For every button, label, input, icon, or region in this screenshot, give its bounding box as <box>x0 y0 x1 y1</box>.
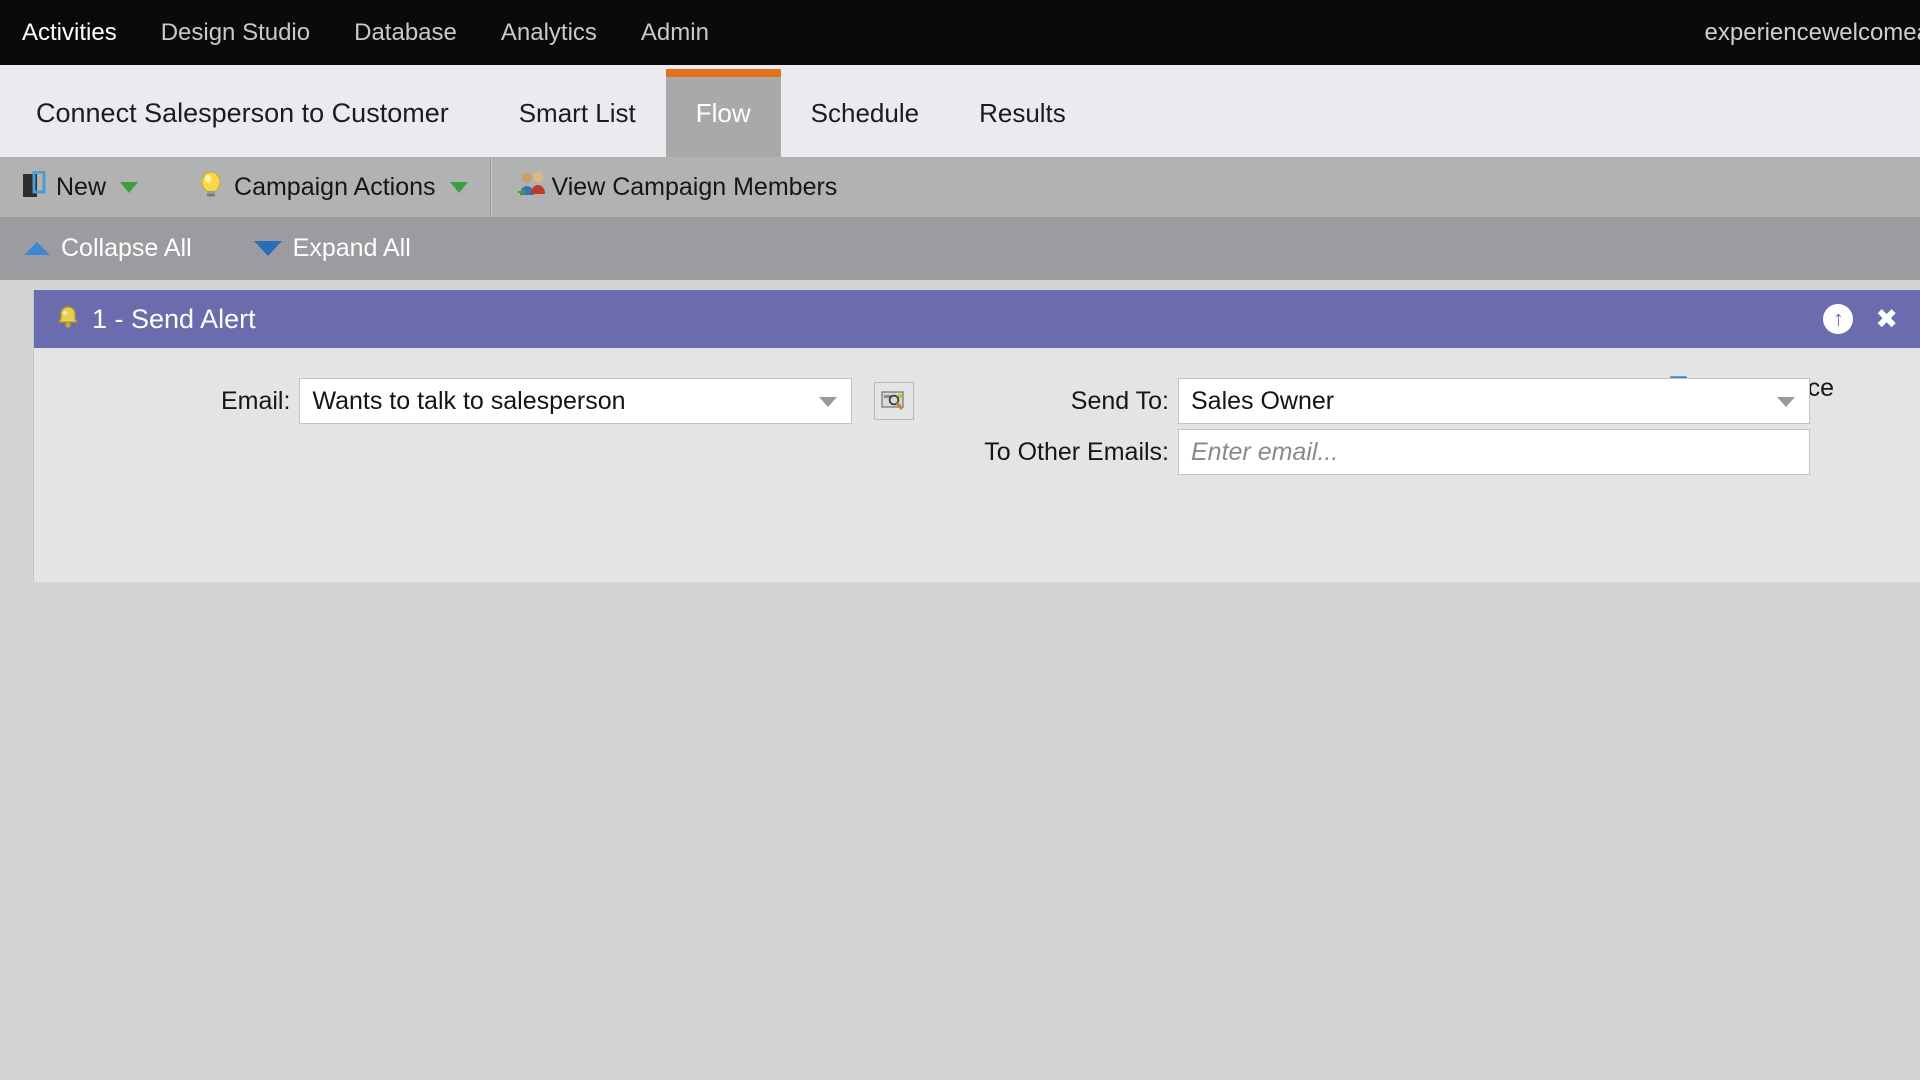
triangle-down-icon <box>253 241 282 256</box>
tab-smart-list[interactable]: Smart List <box>488 69 666 157</box>
lightbulb-icon <box>198 170 224 205</box>
chevron-down-icon[interactable] <box>120 181 139 193</box>
send-to-label: Send To: <box>1070 386 1169 415</box>
collapse-all-button[interactable]: Collapse All <box>0 234 216 263</box>
send-to-select[interactable]: Sales Owner <box>1178 378 1810 424</box>
expand-all-button[interactable]: Expand All <box>216 234 435 263</box>
view-campaign-members-button[interactable]: View Campaign Members <box>492 157 860 217</box>
other-emails-placeholder: Enter email... <box>1191 437 1339 466</box>
campaign-actions-label: Campaign Actions <box>234 172 436 201</box>
tab-schedule[interactable]: Schedule <box>780 69 950 157</box>
preview-email-button[interactable] <box>874 382 914 420</box>
campaign-actions-button[interactable]: Campaign Actions <box>160 157 490 217</box>
nav-item-design-studio[interactable]: Design Studio <box>139 0 332 65</box>
triangle-up-icon <box>24 242 50 255</box>
nav-item-database[interactable]: Database <box>332 0 479 65</box>
alert-bell-icon <box>54 303 82 336</box>
nav-item-activities[interactable]: Activities <box>0 0 139 65</box>
flow-step-body: Add Choice Email: Wants to talk to sales… <box>34 348 1920 582</box>
other-emails-field-row: To Other Emails: Enter email... <box>914 429 1810 475</box>
send-to-field-row: Send To: Sales Owner <box>914 378 1810 424</box>
flow-step-title: 1 - Send Alert <box>92 303 256 334</box>
chevron-down-icon[interactable] <box>1777 397 1795 407</box>
move-up-icon[interactable]: ↑ <box>1823 304 1854 334</box>
nav-item-admin[interactable]: Admin <box>619 0 731 65</box>
email-label: Email: <box>220 386 291 415</box>
global-navigation-bar: Activities Design Studio Database Analyt… <box>0 0 1920 65</box>
preview-magnifier-icon <box>881 391 904 410</box>
account-name-label[interactable]: experiencewelcomea <box>1705 19 1920 47</box>
new-button[interactable]: New <box>0 157 160 217</box>
tab-results[interactable]: Results <box>949 69 1096 157</box>
new-button-label: New <box>56 172 107 201</box>
campaign-toolbar: New Campaign Actions View Campaign Membe… <box>0 157 1920 217</box>
email-select-value: Wants to talk to salesperson <box>312 386 626 415</box>
email-field-row: Email: Wants to talk to salesperson <box>34 378 914 424</box>
flow-step-header: 1 - Send Alert ↑ ✖ <box>34 290 1920 348</box>
expand-all-label: Expand All <box>292 234 411 262</box>
chevron-down-icon[interactable] <box>819 397 838 407</box>
people-group-icon <box>517 171 548 204</box>
nav-item-analytics[interactable]: Analytics <box>479 0 619 65</box>
tab-flow[interactable]: Flow <box>665 69 781 157</box>
view-campaign-members-label: View Campaign Members <box>551 172 838 201</box>
close-icon[interactable]: ✖ <box>1875 305 1898 333</box>
campaign-tab-strip: Connect Salesperson to Customer Smart Li… <box>0 65 1920 157</box>
email-select[interactable]: Wants to talk to salesperson <box>299 378 853 424</box>
other-emails-label: To Other Emails: <box>984 437 1169 466</box>
flow-subtoolbar: Collapse All Expand All <box>0 217 1920 280</box>
new-document-icon <box>22 170 46 204</box>
collapse-all-label: Collapse All <box>61 234 192 262</box>
chevron-down-icon[interactable] <box>449 181 468 193</box>
send-to-select-value: Sales Owner <box>1191 386 1335 415</box>
campaign-title: Connect Salesperson to Customer <box>0 69 489 157</box>
other-emails-input-wrap[interactable]: Enter email... <box>1178 429 1810 475</box>
flow-step-card: 1 - Send Alert ↑ ✖ Add Choice Email: Wan… <box>33 290 1920 582</box>
